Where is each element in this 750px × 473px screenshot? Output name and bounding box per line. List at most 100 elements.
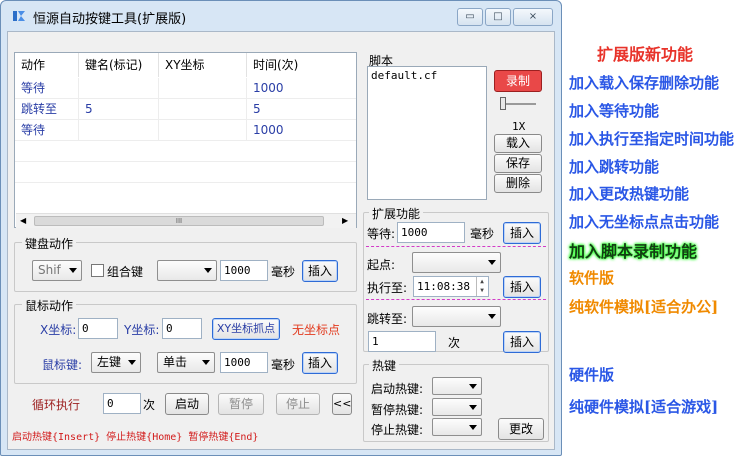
- maximize-button[interactable]: □: [485, 8, 511, 26]
- annotation-text: 加入脚本录制功能: [569, 242, 698, 261]
- annotation-text: 纯硬件模拟[适合游戏]: [569, 398, 719, 416]
- minimize-button[interactable]: ▭: [457, 8, 483, 26]
- cell-key: 5: [79, 99, 159, 119]
- jump-count-input[interactable]: 1: [368, 331, 436, 352]
- speed-slider[interactable]: [500, 97, 536, 111]
- xy-pick-button[interactable]: XY坐标抓点: [212, 318, 280, 340]
- mouse-button-value: 左键: [97, 355, 122, 369]
- key-select[interactable]: Shif: [32, 260, 82, 281]
- script-file-item[interactable]: default.cf: [371, 69, 437, 82]
- keyboard-ms-unit: 毫秒: [271, 265, 296, 279]
- click-type-value: 单击: [163, 355, 188, 369]
- annotation-text: 加入无坐标点点击功能: [569, 213, 720, 231]
- column-header-key[interactable]: 键名(标记): [79, 53, 159, 77]
- start-hotkey-label: 启动热键:: [371, 382, 424, 396]
- column-header-xy[interactable]: XY坐标: [159, 53, 247, 77]
- window-title: 恒源自动按键工具(扩展版): [33, 12, 187, 27]
- cell-time: 5: [253, 102, 261, 116]
- no-coord-label[interactable]: 无坐标点: [292, 321, 340, 338]
- annotation-text: 加入更改热键功能: [569, 185, 690, 203]
- mouse-key-label: 鼠标键:: [42, 358, 83, 372]
- horizontal-scrollbar[interactable]: ◀ III ▶: [16, 213, 356, 228]
- column-header-time[interactable]: 时间(次): [247, 53, 356, 77]
- click-type-select[interactable]: 单击: [157, 352, 215, 373]
- wait-insert-button[interactable]: 插入: [503, 222, 541, 244]
- jump-target-select[interactable]: [412, 306, 501, 327]
- start-button[interactable]: 启动: [165, 393, 209, 415]
- keyboard-ms-input[interactable]: 1000: [220, 260, 268, 281]
- stop-button[interactable]: 停止: [276, 393, 320, 415]
- chevron-down-icon: [204, 268, 212, 273]
- start-point-select[interactable]: [412, 252, 501, 273]
- slider-thumb[interactable]: [500, 97, 506, 110]
- cell-xy: [159, 78, 247, 98]
- scroll-left-arrow-icon[interactable]: ◀: [20, 216, 26, 225]
- start-point-label: 起点:: [367, 258, 396, 272]
- cell-key: [79, 120, 159, 140]
- collapse-button[interactable]: <<: [332, 393, 352, 415]
- extended-group-label: 扩展功能: [369, 205, 424, 222]
- stop-hotkey-select[interactable]: [432, 418, 482, 436]
- close-button[interactable]: ×: [513, 8, 553, 26]
- exec-to-label: 执行至:: [367, 281, 408, 295]
- jump-label: 跳转至:: [367, 312, 408, 326]
- hotkey-group-label: 热键: [369, 357, 400, 374]
- key-action-select[interactable]: [157, 260, 217, 281]
- chevron-down-icon: [469, 405, 477, 410]
- exec-time-input[interactable]: 11:08:38 ▲ ▼: [413, 276, 489, 297]
- jump-unit: 次: [448, 336, 461, 350]
- record-button[interactable]: 录制: [494, 70, 542, 92]
- scroll-right-arrow-icon[interactable]: ▶: [342, 216, 348, 225]
- app-logo-icon: [13, 11, 25, 21]
- exec-insert-button[interactable]: 插入: [503, 276, 541, 298]
- time-spin-icon[interactable]: ▲ ▼: [476, 277, 487, 296]
- annotation-text: 软件版: [569, 269, 615, 287]
- mouse-group-label: 鼠标动作: [22, 297, 77, 314]
- change-hotkey-button[interactable]: 更改: [498, 418, 544, 440]
- action-list[interactable]: 动作 键名(标记) XY坐标 时间(次) 等待 1000 跳转至 5 5 等待 …: [14, 52, 357, 228]
- jump-insert-button[interactable]: 插入: [503, 331, 541, 353]
- mouse-ms-input[interactable]: 1000: [220, 352, 268, 373]
- wait-label: 等待:: [367, 227, 396, 241]
- script-list[interactable]: default.cf: [367, 66, 487, 200]
- pause-hotkey-select[interactable]: [432, 398, 482, 416]
- y-coord-input[interactable]: 0: [162, 318, 202, 339]
- start-hotkey-select[interactable]: [432, 377, 482, 395]
- save-button[interactable]: 保存: [494, 154, 542, 173]
- scroll-thumb[interactable]: III: [34, 216, 324, 226]
- annotation-text: 硬件版: [569, 366, 615, 384]
- table-row[interactable]: 等待 1000: [15, 78, 356, 99]
- hotkey-status-text: 启动热键{Insert} 停止热键{Home} 暂停热键{End}: [12, 432, 259, 443]
- loop-unit: 次: [143, 398, 156, 412]
- chevron-down-icon: [128, 360, 136, 365]
- cell-time: 1000: [253, 123, 284, 137]
- combo-key-checkbox[interactable]: [91, 264, 104, 277]
- annotation-text: 加入载入保存删除功能: [569, 74, 720, 92]
- annotation-text: 加入等待功能: [569, 102, 660, 120]
- cell-action: 跳转至: [15, 99, 79, 119]
- column-header-action[interactable]: 动作: [15, 53, 79, 77]
- mouse-ms-unit: 毫秒: [271, 358, 296, 372]
- cell-action: 等待: [15, 120, 79, 140]
- delete-button[interactable]: 删除: [494, 174, 542, 193]
- combo-key-label: 组合键: [107, 265, 144, 279]
- table-row[interactable]: 等待 1000: [15, 120, 356, 141]
- x-coord-label: X坐标:: [40, 323, 77, 337]
- key-select-value: Shif: [38, 263, 61, 277]
- pause-button[interactable]: 暂停: [218, 393, 264, 415]
- title-bar[interactable]: 恒源自动按键工具(扩展版) ▭ □ ×: [1, 1, 561, 31]
- mouse-button-select[interactable]: 左键: [91, 352, 141, 373]
- keyboard-insert-button[interactable]: 插入: [302, 260, 338, 282]
- table-row: [15, 141, 356, 162]
- wait-input[interactable]: 1000: [397, 222, 465, 243]
- chevron-down-icon: [469, 384, 477, 389]
- exec-time-value: 11:08:38: [417, 280, 470, 293]
- table-row[interactable]: 跳转至 5 5: [15, 99, 356, 120]
- mouse-insert-button[interactable]: 插入: [302, 352, 338, 374]
- loop-count-input[interactable]: 0: [103, 393, 141, 414]
- cell-time: 1000: [253, 81, 284, 95]
- load-button[interactable]: 载入: [494, 134, 542, 153]
- table-row: [15, 162, 356, 183]
- x-coord-input[interactable]: 0: [78, 318, 118, 339]
- separator: [366, 246, 546, 247]
